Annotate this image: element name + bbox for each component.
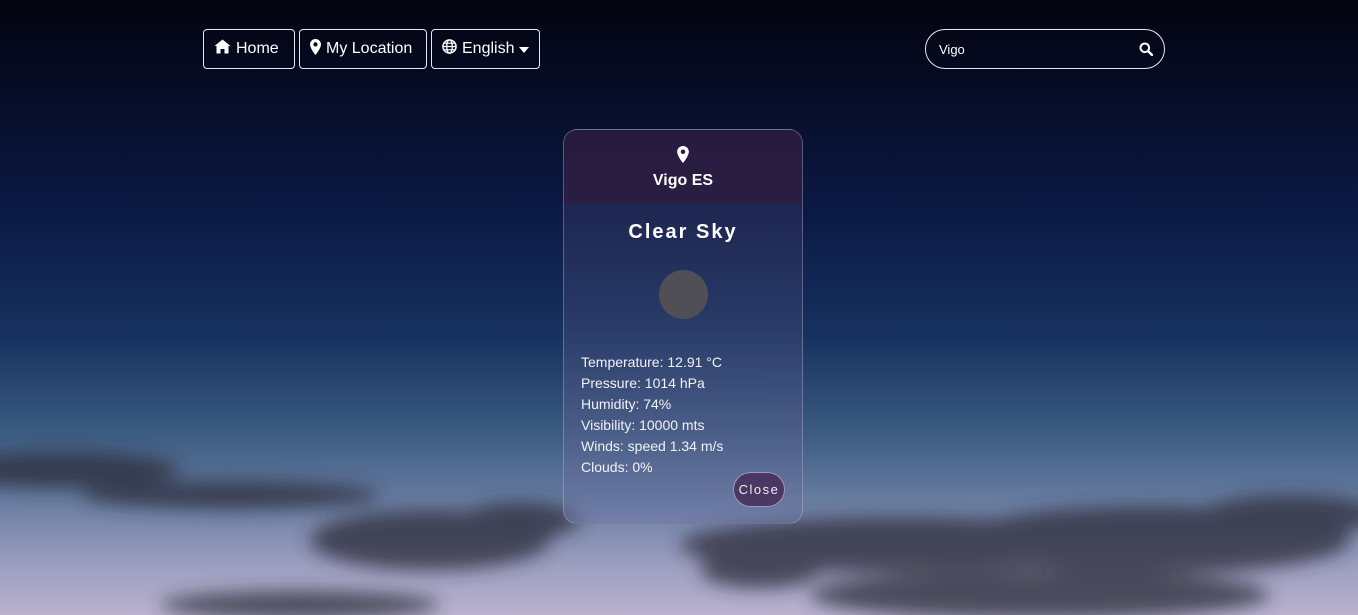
my-location-label: My Location — [326, 40, 413, 57]
my-location-button[interactable]: My Location — [299, 29, 427, 69]
language-label: English — [462, 40, 515, 57]
humidity-text: Humidity: 74% — [581, 396, 672, 412]
weather-icon — [658, 270, 708, 319]
search-icon[interactable] — [1138, 41, 1154, 57]
weather-condition: Clear Sky — [628, 221, 738, 243]
weather-card: Vigo ES Clear Sky Temperature: 12.91 °C … — [563, 129, 803, 524]
search-box — [925, 29, 1165, 69]
weather-details: Temperature: 12.91 °C Pressure: 1014 hPa… — [564, 352, 802, 478]
language-dropdown[interactable]: English — [431, 29, 540, 69]
city-name: Vigo ES — [652, 172, 714, 189]
home-icon — [214, 39, 231, 59]
visibility-text: Visibility: 10000 mts — [581, 417, 705, 433]
temperature-text: Temperature: 12.91 °C — [581, 354, 723, 370]
pressure-text: Pressure: 1014 hPa — [581, 375, 705, 391]
map-marker-icon — [310, 38, 321, 60]
winds-text: Winds: speed 1.34 m/s — [581, 438, 724, 454]
home-label: Home — [236, 40, 279, 57]
home-button[interactable]: Home — [203, 29, 295, 69]
globe-icon — [442, 39, 457, 59]
card-header: Vigo ES — [564, 130, 802, 204]
map-marker-icon — [677, 146, 689, 168]
close-button[interactable]: Close — [733, 472, 785, 507]
search-input[interactable] — [937, 40, 1138, 58]
caret-down-icon — [519, 40, 530, 58]
